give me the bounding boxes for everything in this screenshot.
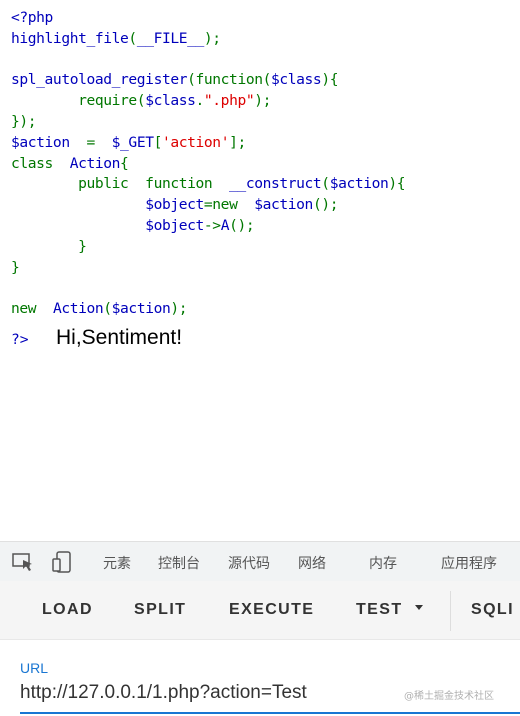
code-token: ); [254,92,272,110]
code-token: }); [11,112,37,130]
code-token: new [11,300,53,318]
code-token: $object [145,196,204,214]
code-line: <?php [11,8,405,29]
code-token: Action [69,154,121,172]
tab-application[interactable]: 应用程序 [441,553,497,573]
code-token: =new [203,196,255,214]
code-token: Action [52,300,104,318]
code-token: (function( [187,71,271,89]
code-token: { [120,154,129,172]
toolbar-divider [450,591,451,631]
code-token: A [220,216,230,234]
test-label: TEST [356,601,403,618]
code-token: class [11,154,70,172]
code-token: $class [271,71,322,89]
code-token: <?php [11,9,53,26]
code-token: -> [203,216,221,234]
code-line: }); [11,112,405,133]
code-token: require( [11,92,146,110]
code-token: ); [170,300,188,318]
code-token: $action [111,300,171,318]
code-token: [ [153,133,163,151]
code-token: __FILE__ [136,29,204,47]
code-line: public function __construct($action){ [11,174,406,195]
code-token: = [86,133,112,151]
code-token: ]; [229,133,246,151]
code-token: $action [254,196,313,214]
php-close-tag: ?> [11,331,29,348]
hackbar-toolbar: LOAD SPLIT EXECUTE TEST SQLI [0,581,520,640]
code-line: class Action{ [11,154,405,175]
code-token: public function [11,175,230,193]
code-token: $object [145,216,204,234]
code-token: highlight_file [11,29,129,47]
code-token: __construct [229,175,322,193]
code-line: } [11,237,405,258]
code-line: } [11,258,405,279]
code-token: $action [329,175,389,193]
code-token: } [11,258,20,276]
code-line: spl_autoload_register(function($class){ [11,70,405,91]
url-label: URL [20,660,49,676]
code-token: 'action' [161,133,230,151]
devtools-tab-bar: 元素 控制台 源代码 网络 内存 应用程序 [0,541,520,582]
code-token: $action [11,133,87,151]
execute-button[interactable]: EXECUTE [229,601,314,619]
code-token: ){ [321,71,339,89]
tab-elements[interactable]: 元素 [103,553,131,573]
code-line: $object->A(); [11,216,405,237]
page-output-text: Hi,Sentiment! [56,326,183,349]
code-token: (); [312,196,339,214]
php-source-code: <?php highlight_file(__FILE__); spl_autolo… [11,8,406,320]
code-line: highlight_file(__FILE__); [11,29,405,50]
test-dropdown-button[interactable]: TEST [356,601,423,619]
tab-memory[interactable]: 内存 [369,553,397,573]
sqli-button[interactable]: SQLI [471,601,514,619]
code-token: ){ [388,175,406,193]
code-token: ".php" [203,92,255,110]
inspect-element-icon[interactable] [11,550,35,574]
watermark: @稀土掘金技术社区 [404,691,494,702]
tab-network[interactable]: 网络 [298,553,326,573]
code-token: spl_autoload_register [11,71,188,89]
code-token: } [11,237,87,255]
code-token: ( [103,300,112,318]
code-token: . [195,92,205,110]
device-toggle-icon[interactable] [51,550,75,574]
code-token: $class [145,92,196,110]
url-field: URL @稀土掘金技术社区 [0,640,520,716]
tab-sources[interactable]: 源代码 [228,553,270,573]
code-token: ( [321,175,330,193]
code-line: $object=new $action(); [11,195,405,216]
code-token: (); [229,216,255,234]
tab-console[interactable]: 控制台 [158,553,200,573]
code-token: $_GET [111,133,154,151]
code-token: ); [203,29,221,47]
split-button[interactable]: SPLIT [134,601,186,619]
code-line: new Action($action); [11,299,405,320]
code-line: require($class.".php"); [11,91,405,112]
code-line: $action = $_GET['action']; [11,133,405,154]
load-button[interactable]: LOAD [42,601,93,619]
code-token: ( [128,29,137,47]
url-input-underline [20,712,520,714]
chevron-down-icon [414,605,423,611]
